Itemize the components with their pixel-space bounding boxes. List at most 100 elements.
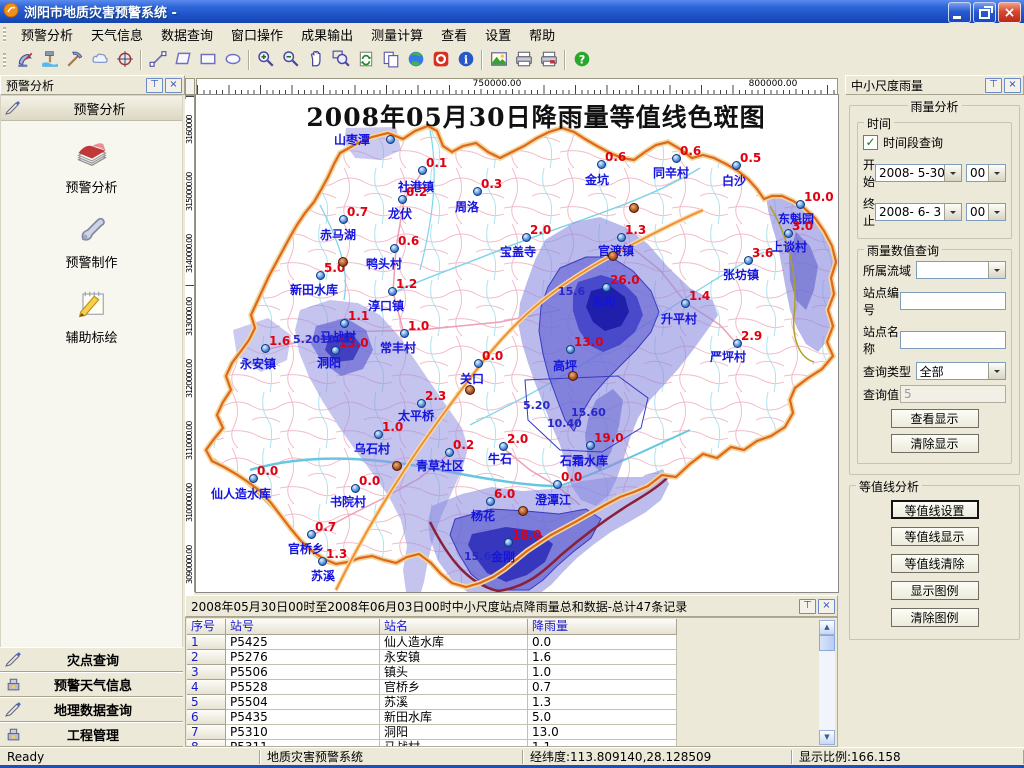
menu-item-帮助[interactable]: 帮助 <box>520 22 564 47</box>
close-icon[interactable]: × <box>1004 78 1021 93</box>
站点编号-input[interactable] <box>900 292 1006 310</box>
contour-label: 10.40 <box>547 417 582 430</box>
chevron-down-icon[interactable] <box>988 262 1005 278</box>
清除显示-button[interactable]: 清除显示 <box>891 434 979 453</box>
nav-item-灾点查询[interactable]: 灾点查询 <box>0 647 183 672</box>
status-bar: Ready 地质灾害预警系统 经纬度:113.809140,28.128509 … <box>0 747 1024 766</box>
station-value: 0.7 <box>347 205 368 219</box>
tb-stop-button[interactable] <box>428 48 453 73</box>
所属流域-combo[interactable] <box>916 261 1006 279</box>
pin-icon[interactable]: ⊤ <box>146 78 163 93</box>
等值线显示-button[interactable]: 等值线显示 <box>891 527 979 546</box>
column-header-序号[interactable]: 序号 <box>187 619 226 635</box>
tb-ellipse-button[interactable] <box>220 48 245 73</box>
time-range-checkbox[interactable]: ✓ <box>863 135 878 150</box>
站点名称-input[interactable] <box>900 331 1006 349</box>
显示图例-button[interactable]: 显示图例 <box>891 581 979 600</box>
column-header-站名[interactable]: 站名 <box>380 619 528 635</box>
tb-cloud-button[interactable] <box>87 48 112 73</box>
tb-water-hammer-button[interactable] <box>37 48 62 73</box>
left-panel-header[interactable]: 预警分析 <box>1 96 182 121</box>
tool-辅助标绘[interactable]: 辅助标绘 <box>1 285 182 346</box>
tb-image-button[interactable] <box>486 48 511 73</box>
tb-refresh-button[interactable] <box>353 48 378 73</box>
menu-item-天气信息[interactable]: 天气信息 <box>82 22 152 47</box>
chevron-down-icon[interactable] <box>944 204 961 220</box>
tb-help-button[interactable]: ? <box>569 48 594 73</box>
scroll-down-icon[interactable]: ▼ <box>819 730 835 745</box>
station-marker-山枣潭[interactable] <box>386 135 395 144</box>
menu-item-数据查询[interactable]: 数据查询 <box>152 22 222 47</box>
chevron-down-icon[interactable] <box>988 363 1005 379</box>
查询值-input[interactable] <box>900 385 1006 403</box>
table-scrollbar[interactable]: ▲ ▼ <box>819 620 835 745</box>
清除图例-button[interactable]: 清除图例 <box>891 608 979 627</box>
menu-item-预警分析[interactable]: 预警分析 <box>12 22 82 47</box>
tb-globe-button[interactable] <box>403 48 428 73</box>
close-icon[interactable]: × <box>818 599 835 614</box>
pin-icon[interactable]: ⊤ <box>985 78 1002 93</box>
row-seq: 5 <box>187 695 226 710</box>
tb-zoom-in-button[interactable] <box>253 48 278 73</box>
tb-zoom-out-button[interactable] <box>278 48 303 73</box>
tb-zoom-window-button[interactable] <box>328 48 353 73</box>
map-canvas[interactable]: 2008年05月30日降雨量等值线色斑图 山枣潭0.1社港镇0.3周洛0.6金坑… <box>196 95 838 592</box>
end-hour-combo[interactable]: 00 <box>966 203 1006 221</box>
table-row[interactable]: 2P5276永安镇1.6 <box>187 650 677 665</box>
tb-pan-button[interactable] <box>303 48 328 73</box>
nav-item-地理数据查询[interactable]: 地理数据查询 <box>0 697 183 722</box>
nav-item-预警天气信息[interactable]: 预警天气信息 <box>0 672 183 697</box>
scroll-up-icon[interactable]: ▲ <box>819 620 835 635</box>
menu-item-窗口操作[interactable]: 窗口操作 <box>222 22 292 47</box>
chevron-down-icon[interactable] <box>988 165 1005 181</box>
tb-info-button[interactable]: i <box>453 48 478 73</box>
等值线清除-button[interactable]: 等值线清除 <box>891 554 979 573</box>
chevron-down-icon[interactable] <box>988 204 1005 220</box>
table-row[interactable]: 5P5504苏溪1.3 <box>187 695 677 710</box>
tb-print-button[interactable] <box>511 48 536 73</box>
查询类型-combo[interactable]: 全部 <box>916 362 1006 380</box>
pin-icon[interactable]: ⊤ <box>799 599 816 614</box>
start-hour-combo[interactable]: 00 <box>966 164 1006 182</box>
table-row[interactable]: 7P5310洞阳13.0 <box>187 725 677 740</box>
menu-item-成果输出[interactable]: 成果输出 <box>292 22 362 47</box>
close-icon[interactable]: × <box>165 78 182 93</box>
table-row[interactable]: 1P5425仙人造水库0.0 <box>187 635 677 650</box>
station-name: 牛石 <box>488 450 512 467</box>
table-row[interactable]: 4P5528官桥乡0.7 <box>187 680 677 695</box>
station-value: 0.2 <box>453 438 474 452</box>
column-header-降雨量[interactable]: 降雨量 <box>528 619 677 635</box>
minimize-button[interactable] <box>948 2 971 23</box>
query-field-list: 所属流域站点编号站点名称查询类型全部查询值 <box>861 261 1008 403</box>
menu-item-设置[interactable]: 设置 <box>476 22 520 47</box>
print-preview-icon <box>540 50 558 71</box>
tb-dish-button[interactable] <box>12 48 37 73</box>
tb-print-preview-button[interactable] <box>536 48 561 73</box>
nav-item-工程管理[interactable]: 工程管理 <box>0 722 183 747</box>
chevron-down-icon[interactable] <box>944 165 961 181</box>
tb-line-button[interactable] <box>145 48 170 73</box>
end-date-combo[interactable]: 2008- 6- 3 <box>875 203 962 221</box>
tb-copy-button[interactable] <box>378 48 403 73</box>
tb-crosshair-button[interactable] <box>112 48 137 73</box>
station-value: 0.6 <box>605 150 626 164</box>
等值线设置-button[interactable]: 等值线设置 <box>891 500 979 519</box>
tb-rectangle-button[interactable] <box>195 48 220 73</box>
restore-button[interactable] <box>973 2 996 23</box>
menu-item-测量计算[interactable]: 测量计算 <box>362 22 432 47</box>
table-row[interactable]: 3P5506镇头1.0 <box>187 665 677 680</box>
close-button[interactable]: × <box>998 2 1021 23</box>
scroll-thumb[interactable] <box>819 635 835 651</box>
tool-预警分析[interactable]: 预警分析 <box>1 135 182 196</box>
menu-gripper[interactable] <box>3 27 6 42</box>
start-date-combo[interactable]: 2008- 5-30 <box>875 164 962 182</box>
tool-预警制作[interactable]: 预警制作 <box>1 210 182 271</box>
column-header-站号[interactable]: 站号 <box>226 619 380 635</box>
table-row[interactable]: 8P5311马战村1.1 <box>187 740 677 747</box>
table-row[interactable]: 6P5435新田水库5.0 <box>187 710 677 725</box>
toolbar-gripper[interactable] <box>3 53 6 68</box>
查看显示-button[interactable]: 查看显示 <box>891 409 979 428</box>
menu-item-查看[interactable]: 查看 <box>432 22 476 47</box>
tb-pick-button[interactable] <box>62 48 87 73</box>
tb-polygon-button[interactable] <box>170 48 195 73</box>
